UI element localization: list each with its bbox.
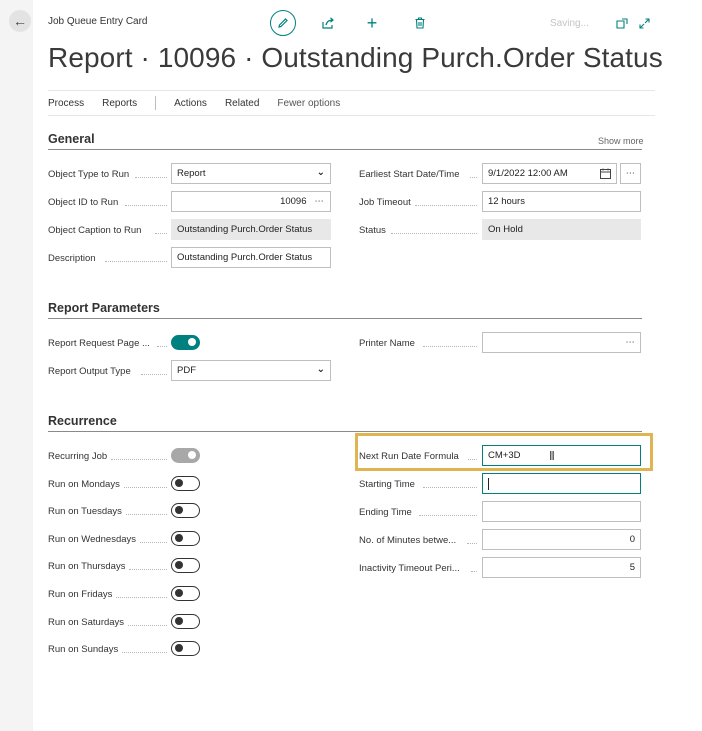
starting-time-field[interactable] <box>482 473 641 494</box>
section-divider <box>48 318 642 319</box>
assist-edit-button[interactable]: ⋯ <box>620 163 641 184</box>
object-caption-field: Outstanding Purch.Order Status <box>171 219 331 240</box>
recurrence-day-toggle[interactable] <box>171 558 200 573</box>
section-divider <box>48 149 642 150</box>
job-timeout-field[interactable]: 12 hours <box>482 191 641 212</box>
recurrence-day-label: Run on Wednesdays <box>48 534 137 545</box>
chevron-down-icon: ⌄ <box>316 167 325 178</box>
minutes-between-label: No. of Minutes betwe... <box>359 535 457 546</box>
ending-time-label: Ending Time <box>359 507 412 518</box>
printer-name-label: Printer Name <box>359 338 415 349</box>
recurrence-day-label: Run on Tuesdays <box>48 506 122 517</box>
recurrence-day-label: Run on Fridays <box>48 589 113 600</box>
breadcrumb: Job Queue Entry Card <box>48 16 148 27</box>
open-new-window-icon[interactable] <box>615 10 629 36</box>
text-caret <box>488 477 489 490</box>
recurrence-day-label: Run on Saturdays <box>48 617 125 628</box>
printer-name-field[interactable]: ⋯ <box>482 332 641 353</box>
highlight-box <box>355 433 653 471</box>
saving-status: Saving... <box>550 18 589 29</box>
recurrence-day-label: Run on Thursdays <box>48 561 126 572</box>
object-type-select[interactable]: Report ⌄ <box>171 163 331 184</box>
description-label: Description <box>48 253 96 264</box>
earliest-start-value: 9/1/2022 12:00 AM <box>488 168 568 179</box>
report-output-type-value: PDF <box>177 365 196 376</box>
action-separator <box>155 96 157 110</box>
earliest-start-field[interactable]: 9/1/2022 12:00 AM <box>482 163 617 184</box>
edit-pencil-icon[interactable] <box>270 10 296 36</box>
section-title-general[interactable]: General <box>48 132 95 146</box>
job-timeout-value: 12 hours <box>488 196 525 207</box>
earliest-start-label: Earliest Start Date/Time <box>359 169 460 180</box>
lookup-ellipsis-icon[interactable]: ⋯ <box>626 337 636 348</box>
status-value: On Hold <box>488 224 523 235</box>
recurrence-day-toggle[interactable] <box>171 586 200 601</box>
lookup-ellipsis-icon[interactable]: ⋯ <box>315 196 325 207</box>
recurrence-day-toggle[interactable] <box>171 476 200 491</box>
chevron-down-icon: ⌄ <box>316 364 325 375</box>
description-field[interactable]: Outstanding Purch.Order Status <box>171 247 331 268</box>
report-output-type-select[interactable]: PDF ⌄ <box>171 360 331 381</box>
recurrence-day-label: Run on Mondays <box>48 479 120 490</box>
recurrence-day-label: Run on Sundays <box>48 644 119 655</box>
action-bar: Process Reports Actions Related Fewer op… <box>48 90 655 116</box>
inactivity-timeout-value: 5 <box>629 562 635 573</box>
expand-icon[interactable] <box>637 10 651 36</box>
starting-time-label: Starting Time <box>359 479 415 490</box>
action-reports[interactable]: Reports <box>102 98 137 109</box>
status-field: On Hold <box>482 219 641 240</box>
status-label: Status <box>359 225 386 236</box>
new-plus-icon[interactable]: + <box>365 10 379 36</box>
job-timeout-label: Job Timeout <box>359 197 411 208</box>
minutes-between-value: 0 <box>629 534 635 545</box>
object-id-label: Object ID to Run <box>48 197 119 208</box>
inactivity-timeout-label: Inactivity Timeout Peri... <box>359 563 460 574</box>
recurrence-day-toggle[interactable] <box>171 503 200 518</box>
recurrence-day-toggle[interactable] <box>171 614 200 629</box>
ending-time-field[interactable] <box>482 501 641 522</box>
recurrence-day-toggle[interactable] <box>171 641 200 656</box>
job-queue-entry-card: Job Queue Entry Card + Saving... Report … <box>33 0 702 731</box>
report-request-page-toggle[interactable] <box>171 335 200 350</box>
object-id-value: 10096 <box>280 196 307 207</box>
inactivity-timeout-field[interactable]: 5 <box>482 557 641 578</box>
action-related[interactable]: Related <box>225 98 259 109</box>
calendar-icon[interactable] <box>600 168 611 182</box>
recurrence-day-toggle[interactable] <box>171 531 200 546</box>
object-caption-label: Object Caption to Run <box>48 225 142 236</box>
delete-trash-icon[interactable] <box>413 10 427 36</box>
object-caption-value: Outstanding Purch.Order Status <box>177 224 313 235</box>
report-output-type-label: Report Output Type <box>48 366 131 377</box>
page-title: Report · 10096 · Outstanding Purch.Order… <box>48 42 663 73</box>
action-actions[interactable]: Actions <box>174 98 207 109</box>
share-icon[interactable] <box>321 10 335 36</box>
object-type-value: Report <box>177 168 206 179</box>
action-fewer-options[interactable]: Fewer options <box>277 98 340 109</box>
recurrence-day-toggle <box>171 448 200 463</box>
minutes-between-field[interactable]: 0 <box>482 529 641 550</box>
object-type-label: Object Type to Run <box>48 169 130 180</box>
object-id-field[interactable]: 10096 ⋯ <box>171 191 331 212</box>
section-title-recurrence[interactable]: Recurrence <box>48 414 117 428</box>
show-more-link[interactable]: Show more <box>598 136 644 146</box>
action-process[interactable]: Process <box>48 98 84 109</box>
recurrence-day-label: Recurring Job <box>48 451 108 462</box>
description-value: Outstanding Purch.Order Status <box>177 252 313 263</box>
report-request-page-label: Report Request Page ... <box>48 338 150 349</box>
back-arrow-icon[interactable]: ← <box>9 10 31 32</box>
section-title-report-parameters[interactable]: Report Parameters <box>48 301 160 315</box>
section-divider <box>48 431 642 432</box>
